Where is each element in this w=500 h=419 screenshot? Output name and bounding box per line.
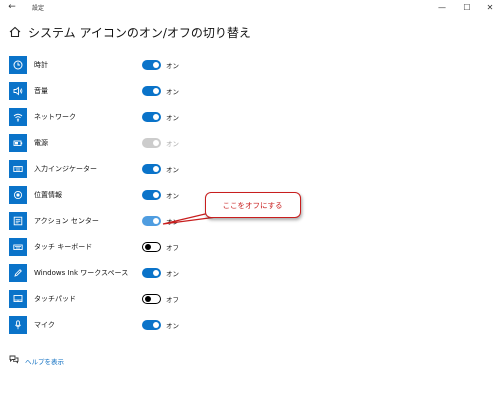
toggle-state: オフ [166,244,179,252]
home-icon[interactable] [9,26,21,38]
setting-label: 入力インジケーター [34,165,97,173]
toggle-state: オフ [166,296,179,304]
setting-row-volume: 音量 オン [0,82,500,108]
setting-label: ネットワーク [34,113,76,121]
network-icon [9,108,27,126]
annotation-callout: ここをオフにする [205,192,301,218]
clock-toggle[interactable] [142,60,161,70]
toggle-state: オン [166,322,179,330]
toggle-state: オン [166,88,179,96]
keyboard-icon [9,160,27,178]
setting-label: タッチ キーボード [34,243,93,251]
microphone-icon [9,316,27,334]
setting-label: 電源 [34,139,48,147]
maximize-button[interactable]: ☐ [457,1,477,14]
action-center-toggle[interactable] [142,216,161,226]
battery-icon [9,134,27,152]
setting-label: Windows Ink ワークスペース [34,269,129,277]
page-title: システム アイコンのオン/オフの切り替え [28,26,251,40]
setting-row-clock: 時計 オン [0,56,500,82]
setting-row-microphone: マイク オン [0,316,500,342]
location-icon [9,186,27,204]
setting-row-input-indicator: 入力インジケーター オン [0,160,500,186]
location-toggle[interactable] [142,190,161,200]
toggle-state: オン [166,166,179,174]
toggle-state: オン [166,218,179,226]
setting-row-touch-keyboard: タッチ キーボード オフ [0,238,500,264]
minimize-button[interactable]: — [432,1,452,14]
touchpad-toggle[interactable] [142,294,161,304]
setting-label: 位置情報 [34,191,62,199]
back-arrow-icon[interactable]: ← [5,1,19,14]
clock-icon [9,56,27,74]
title-bar: ← 設定 — ☐ ✕ [0,0,500,16]
setting-label: マイク [34,321,55,329]
toggle-state: オン [166,192,179,200]
toggle-state: オン [166,270,179,278]
action-center-icon [9,212,27,230]
windows-ink-toggle[interactable] [142,268,161,278]
setting-label: 音量 [34,87,48,95]
toggle-state: オン [166,62,179,70]
toggle-state: オン [166,114,179,122]
help-chat-icon [9,355,19,364]
setting-row-power: 電源 オン [0,134,500,160]
callout-text: ここをオフにする [222,201,283,210]
toggle-state: オン [166,140,179,148]
microphone-toggle[interactable] [142,320,161,330]
speaker-icon [9,82,27,100]
window-title: 設定 [32,5,45,12]
power-toggle [142,138,161,148]
input-indicator-toggle[interactable] [142,164,161,174]
touch-keyboard-icon [9,238,27,256]
volume-toggle[interactable] [142,86,161,96]
setting-label: タッチパッド [34,295,76,303]
touchpad-icon [9,290,27,308]
close-button[interactable]: ✕ [480,1,500,14]
setting-label: 時計 [34,61,48,69]
setting-row-touchpad: タッチパッド オフ [0,290,500,316]
touch-keyboard-toggle[interactable] [142,242,161,252]
setting-label: アクション センター [34,217,99,225]
setting-row-network: ネットワーク オン [0,108,500,134]
pen-icon [9,264,27,282]
network-toggle[interactable] [142,112,161,122]
setting-row-windows-ink: Windows Ink ワークスペース オン [0,264,500,290]
help-link[interactable]: ヘルプを表示 [25,356,64,366]
